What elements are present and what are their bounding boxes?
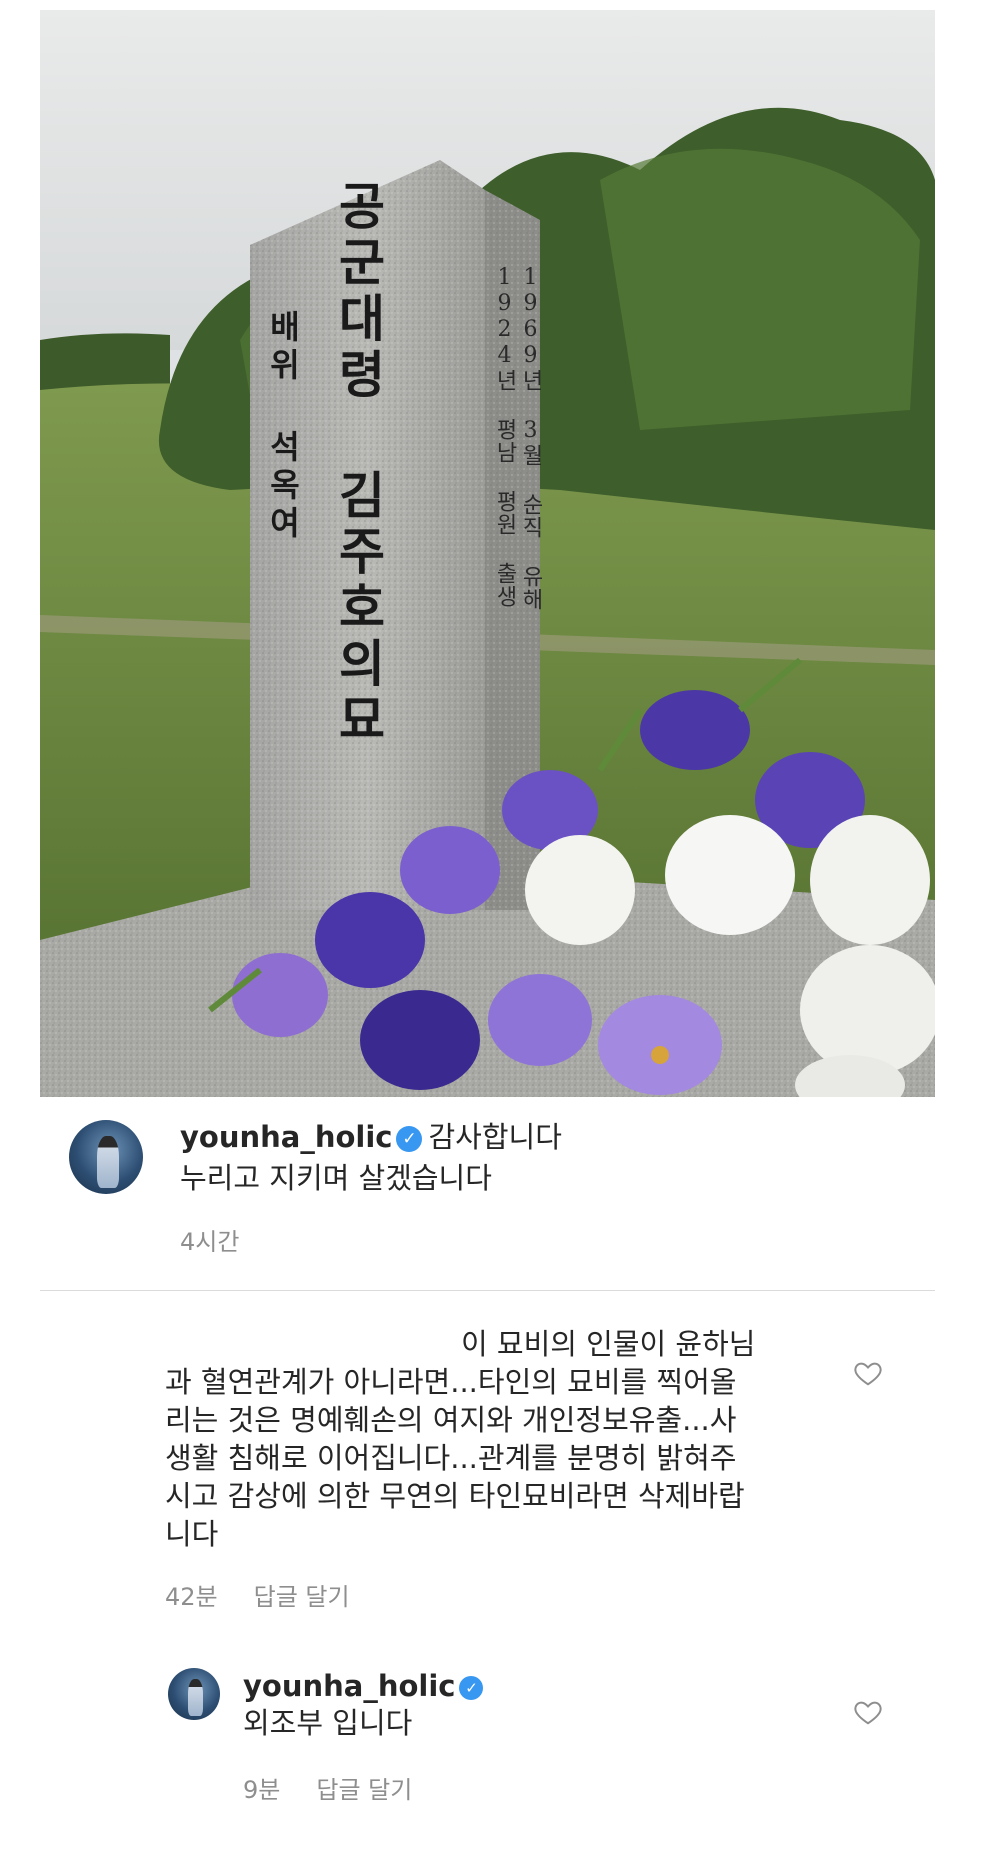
comment-timestamp: 42분 (165, 1583, 218, 1611)
reply-text: 외조부 입니다 (243, 1706, 413, 1740)
comment-body: 이 묘비의 인물이 윤하님 과 혈연관계가 아니라면...타인의 묘비를 찍어올… (165, 1325, 805, 1553)
post-photo[interactable]: 공군대령 김주호의묘 배위 석옥여 1924년 평남 평원 출생 1969년 3… (40, 10, 935, 1097)
comment-line: 과 혈연관계가 아니라면...타인의 묘비를 찍어올 (165, 1365, 737, 1399)
gravestone-spouse-inscription: 배위 석옥여 (264, 310, 302, 544)
avatar-figure (187, 1679, 204, 1716)
caption-line-1: younha_holic ✓ 감사합니다 (180, 1117, 562, 1157)
caption-line-2: 누리고 지키며 살겠습니다 (180, 1161, 492, 1195)
reply-timestamp: 9분 (243, 1776, 281, 1804)
avatar-figure (97, 1136, 120, 1189)
username-link[interactable]: younha_holic (243, 1669, 455, 1703)
divider (40, 1290, 935, 1291)
reply-button[interactable]: 답글 달기 (316, 1776, 412, 1804)
instagram-post-screen: 공군대령 김주호의묘 배위 석옥여 1924년 평남 평원 출생 1969년 3… (0, 0, 983, 1854)
reply-meta: 9분 답글 달기 (243, 1770, 448, 1805)
verified-badge-icon: ✓ (459, 1676, 484, 1700)
avatar[interactable] (69, 1120, 143, 1194)
reply-button[interactable]: 답글 달기 (254, 1583, 350, 1611)
heart-icon[interactable] (853, 1697, 883, 1727)
verified-badge-icon: ✓ (396, 1126, 423, 1152)
comment-line: 생활 침해로 이어집니다...관계를 분명히 밝혀주 (165, 1441, 737, 1475)
comment-line: 이 묘비의 인물이 윤하님 (461, 1327, 756, 1361)
comment-meta: 42분 답글 달기 (165, 1577, 386, 1612)
avatar[interactable] (168, 1668, 220, 1720)
caption-meta: 4시간 (180, 1222, 275, 1257)
heart-icon[interactable] (853, 1358, 883, 1388)
comment-line: 시고 감상에 의한 무연의 타인묘비라면 삭제바랍 (165, 1479, 745, 1513)
caption-timestamp: 4시간 (180, 1228, 240, 1256)
username-link[interactable]: younha_holic (180, 1120, 392, 1154)
caption-text: 감사합니다 (428, 1120, 562, 1154)
comment-line: 니다 (165, 1517, 219, 1551)
reply-header: younha_holic ✓ (243, 1666, 489, 1706)
comment-line: 리는 것은 명예훼손의 여지와 개인정보유출...사 (165, 1403, 737, 1437)
gravestone-side-inscription-2: 1969년 3월 순직 유해 (518, 265, 543, 611)
gravestone-main-inscription: 공군대령 김주호의묘 (329, 180, 388, 749)
